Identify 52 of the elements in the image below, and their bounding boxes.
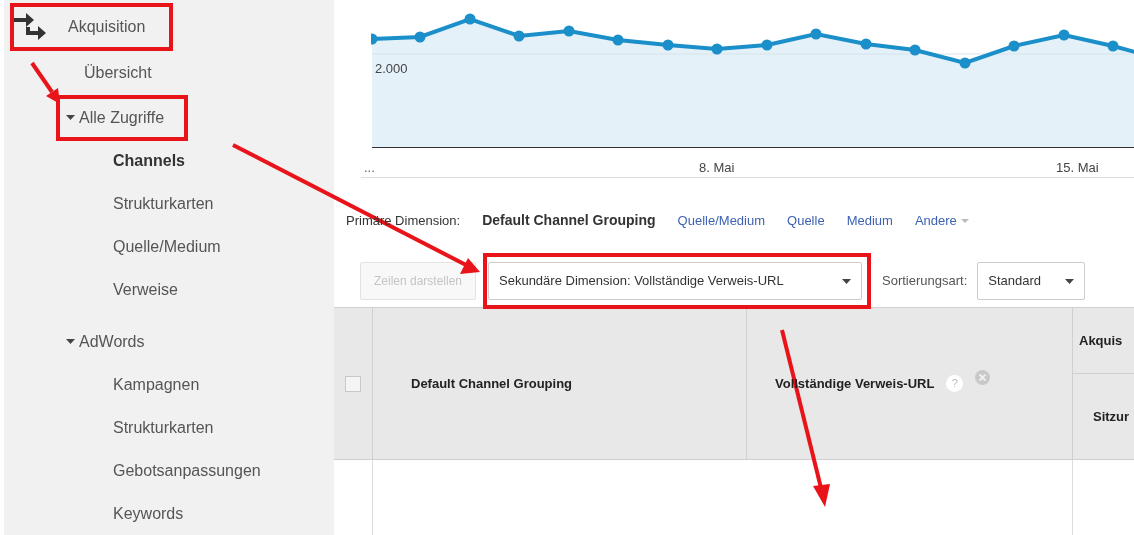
data-point [860, 38, 872, 50]
caret-icon [960, 218, 969, 223]
annotation-arrow [30, 61, 60, 104]
data-point [909, 44, 921, 56]
axis-label: 2.000 [375, 60, 408, 78]
data-point [761, 39, 773, 51]
data-point [414, 31, 426, 43]
dimension-link[interactable]: Quelle [787, 210, 825, 231]
data-point [1107, 40, 1119, 52]
column-header[interactable]: Sitzur [1093, 406, 1130, 427]
nav-item[interactable]: Quelle/Medium [113, 234, 221, 259]
nav-item[interactable]: Kampagnen [113, 372, 200, 397]
column-header[interactable]: Default Channel Grouping [411, 373, 573, 394]
nav-item[interactable]: Channels [113, 148, 185, 173]
caret-icon [842, 278, 851, 284]
data-point [1008, 40, 1020, 52]
nav-item[interactable]: Verweise [113, 277, 178, 302]
axis-label: 8. Mai [699, 159, 735, 177]
data-point [563, 25, 575, 37]
remove-icon[interactable] [975, 370, 991, 385]
sort-label: Sortierungsart: [882, 272, 968, 291]
nav-section[interactable]: Akquisition [68, 14, 146, 39]
data-point [612, 34, 624, 46]
dimension-link[interactable]: Quelle/Medium [677, 210, 766, 231]
dimension-link[interactable]: Andere [914, 210, 969, 231]
nav-item[interactable]: Gebotsanpassungen [113, 458, 261, 483]
axis-label: 15. Mai [1056, 159, 1099, 177]
axis-label: ... [364, 159, 375, 177]
caret-icon [66, 339, 75, 344]
nav-item[interactable]: Alle Zugriffe [66, 105, 165, 130]
data-point [711, 43, 723, 55]
data-point [662, 39, 674, 51]
nav-item[interactable]: Übersicht [66, 60, 152, 85]
data-point [810, 28, 822, 40]
dimension-link[interactable]: Default Channel Grouping [482, 210, 656, 231]
sort-dropdown[interactable]: Standard [977, 262, 1086, 300]
data-point [513, 30, 525, 42]
data-point [371, 33, 378, 45]
nav-item[interactable]: Strukturkarten [113, 191, 214, 216]
nav-item[interactable]: Strukturkarten [113, 415, 214, 440]
nav-item[interactable]: Keywords [113, 501, 184, 526]
data-point [464, 13, 476, 25]
data-point [1058, 29, 1070, 41]
secondary-dimension-dropdown[interactable]: Sekundäre Dimension: Vollständige Verweis-URL [488, 262, 862, 300]
nav-item[interactable]: AdWords [66, 329, 145, 354]
data-point [959, 57, 971, 69]
checkbox[interactable] [345, 375, 361, 392]
arrows-icon [14, 12, 48, 41]
dimension-link[interactable]: Medium [846, 210, 893, 231]
caret-icon [66, 115, 75, 120]
column-group-header: Akquis [1079, 331, 1123, 350]
caret-icon [1065, 278, 1075, 284]
